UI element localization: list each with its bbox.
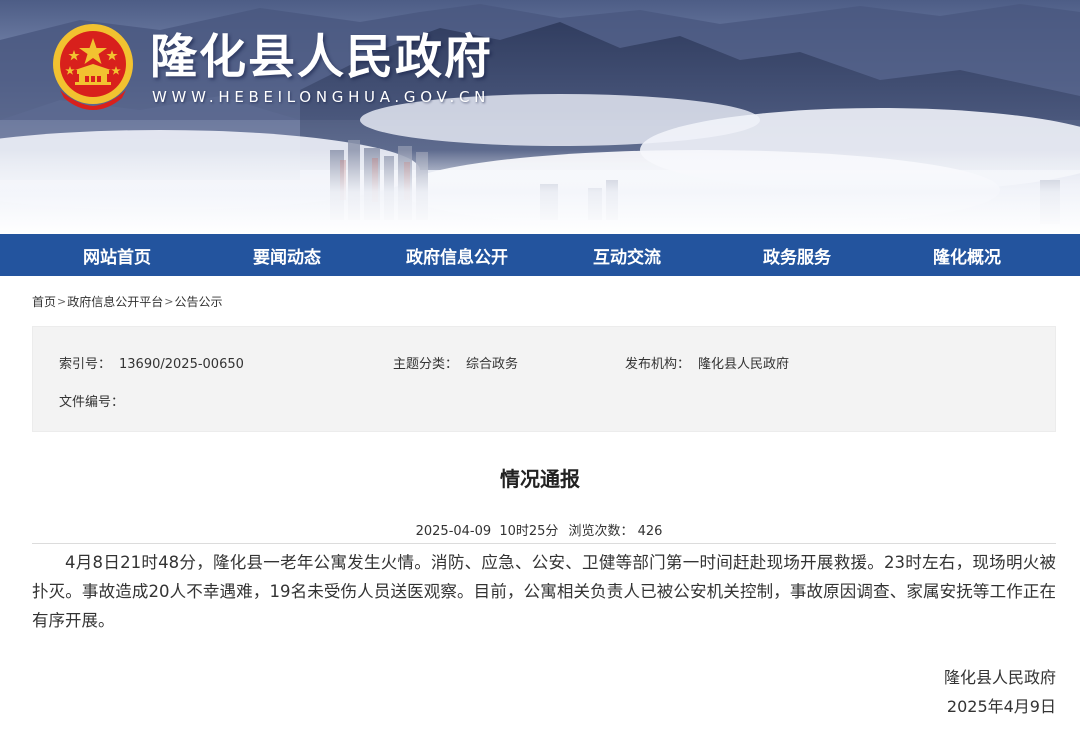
nav-item-interaction[interactable]: 互动交流 (542, 243, 712, 268)
signature-date: 2025年4月9日 (946, 697, 1056, 716)
breadcrumb-home-link[interactable]: 首页 (32, 293, 56, 310)
header-banner: 隆化县人民政府 WWW.HEBEILONGHUA.GOV.CN (0, 0, 1080, 234)
nav-item-news[interactable]: 要闻动态 (202, 243, 372, 268)
signature-org: 隆化县人民政府 (943, 668, 1056, 687)
nav-item-services[interactable]: 政务服务 (712, 243, 882, 268)
publisher-value: 隆化县人民政府 (698, 357, 790, 372)
index-number-value: 13690/2025-00650 (119, 357, 244, 372)
nav-item-home[interactable]: 网站首页 (32, 243, 202, 268)
article-meta: 2025-04-09 10时25分 浏览次数： 426 (0, 520, 1080, 539)
national-emblem-icon (53, 24, 133, 110)
nav-item-overview[interactable]: 隆化概况 (882, 243, 1052, 268)
topic-value: 综合政务 (466, 357, 519, 372)
breadcrumb-separator: > (164, 295, 174, 308)
topic-label: 主题分类： (393, 357, 459, 372)
nav-item-gov-info[interactable]: 政府信息公开 (372, 243, 542, 268)
view-count-value: 426 (637, 524, 663, 539)
document-info-box: 索引号： 13690/2025-00650 主题分类： 综合政务 发布机构： 隆化县人… (32, 326, 1056, 432)
view-count: 浏览次数： 426 (567, 524, 665, 539)
site-title: 隆化县人民政府 (150, 30, 493, 85)
publish-date: 2025-04-09 (415, 524, 492, 539)
breadcrumb: 首页 > 政府信息公开平台 > 公告公示 (32, 293, 222, 310)
publisher-row: 发布机构： 隆化县人民政府 (625, 353, 789, 372)
breadcrumb-notice-link[interactable]: 公告公示 (174, 293, 222, 310)
article-body: 4月8日21时48分，隆化县一老年公寓发生火情。消防、应急、公安、卫健等部门第一… (32, 553, 1056, 630)
index-number-label: 索引号： (59, 357, 112, 372)
main-nav: 网站首页 要闻动态 政府信息公开 互动交流 政务服务 隆化概况 (0, 234, 1080, 276)
divider (32, 543, 1056, 544)
breadcrumb-separator: > (57, 295, 67, 308)
topic-row: 主题分类： 综合政务 (393, 353, 518, 372)
doc-number-label: 文件编号： (59, 395, 125, 410)
index-number-row: 索引号： 13690/2025-00650 (59, 353, 244, 372)
view-count-label: 浏览次数： (568, 524, 634, 539)
article-title: 情况通报 (500, 467, 580, 491)
breadcrumb-gov-info-link[interactable]: 政府信息公开平台 (67, 293, 163, 310)
publisher-label: 发布机构： (625, 357, 691, 372)
site-url: WWW.HEBEILONGHUA.GOV.CN (152, 88, 491, 106)
publish-time: 10时25分 (499, 524, 559, 539)
doc-number-row: 文件编号： (59, 391, 132, 410)
